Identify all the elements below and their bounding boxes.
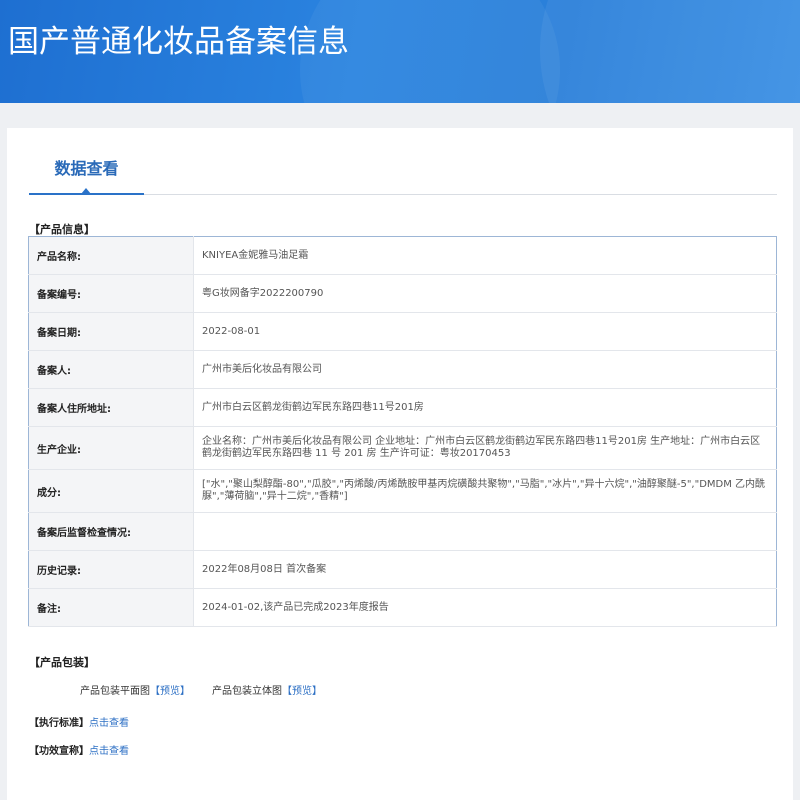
row-key: 备案编号: <box>28 274 194 313</box>
row-key: 备注: <box>28 588 194 627</box>
table-row: 备注: 2024-01-02,该产品已完成2023年度报告 <box>28 588 777 627</box>
packaging-flat-label: 产品包装平面图 <box>80 686 150 697</box>
row-key: 备案人: <box>28 350 194 389</box>
row-value: 2022年08月08日 首次备案 <box>193 550 777 589</box>
row-key: 备案日期: <box>28 312 194 351</box>
table-row: 产品名称: KNIYEA金妮雅马油足霜 <box>28 236 777 275</box>
product-info-table: 产品名称: KNIYEA金妮雅马油足霜 备案编号: 粤G妆网备字20222007… <box>28 236 777 627</box>
efficacy-label: 【功效宣称】 <box>29 746 89 757</box>
table-row: 备案编号: 粤G妆网备字2022200790 <box>28 274 777 313</box>
bracket: 】 <box>180 686 190 697</box>
preview-flat-link[interactable]: 预览 <box>160 686 180 697</box>
row-key: 历史记录: <box>28 550 194 589</box>
row-value: KNIYEA金妮雅马油足霜 <box>193 236 777 275</box>
row-value: 企业名称：广州市美后化妆品有限公司 企业地址：广州市白云区鹤龙街鹤边军民东路四巷… <box>193 426 777 470</box>
table-row: 备案人住所地址: 广州市白云区鹤龙街鹤边军民东路四巷11号201房 <box>28 388 777 427</box>
page-title: 国产普通化妆品备案信息 <box>8 24 349 60</box>
row-key: 生产企业: <box>28 426 194 470</box>
table-row: 生产企业: 企业名称：广州市美后化妆品有限公司 企业地址：广州市白云区鹤龙街鹤边… <box>28 426 777 470</box>
banner-decoration <box>540 0 800 103</box>
bracket: 【 <box>150 686 160 697</box>
packaging-solid-label: 产品包装立体图 <box>212 686 282 697</box>
tab-label: 数据查看 <box>54 159 119 178</box>
efficacy-row: 【功效宣称】点击查看 <box>29 742 129 757</box>
tab-active-caret-icon <box>81 188 91 194</box>
row-value: 2024-01-02,该产品已完成2023年度报告 <box>193 588 777 627</box>
table-row: 备案后监督检查情况: <box>28 512 777 551</box>
row-value: 粤G妆网备字2022200790 <box>193 274 777 313</box>
packaging-flat-item: 产品包装平面图【预览】 <box>80 682 190 697</box>
row-value <box>193 512 777 551</box>
standard-row: 【执行标准】点击查看 <box>29 714 129 729</box>
efficacy-view-link[interactable]: 点击查看 <box>89 746 129 757</box>
standard-view-link[interactable]: 点击查看 <box>89 718 129 729</box>
table-row: 成分: ["水","聚山梨醇酯-80","瓜胶","丙烯酸/丙烯酰胺甲基丙烷磺酸… <box>28 469 777 513</box>
row-key: 备案后监督检查情况: <box>28 512 194 551</box>
row-value: 2022-08-01 <box>193 312 777 351</box>
row-value: ["水","聚山梨醇酯-80","瓜胶","丙烯酸/丙烯酰胺甲基丙烷磺酸共聚物"… <box>193 469 777 513</box>
packaging-section-label: 【产品包装】 <box>29 656 95 669</box>
packaging-solid-item: 产品包装立体图【预览】 <box>212 682 322 697</box>
table-row: 备案日期: 2022-08-01 <box>28 312 777 351</box>
bracket: 】 <box>312 686 322 697</box>
tab-data-view[interactable]: 数据查看 <box>29 128 144 195</box>
content-card: 数据查看 【产品信息】 产品名称: KNIYEA金妮雅马油足霜 备案编号: 粤G… <box>7 128 793 800</box>
bracket: 【 <box>282 686 292 697</box>
product-info-section-label: 【产品信息】 <box>29 223 95 236</box>
row-key: 成分: <box>28 469 194 513</box>
row-key: 备案人住所地址: <box>28 388 194 427</box>
row-value: 广州市白云区鹤龙街鹤边军民东路四巷11号201房 <box>193 388 777 427</box>
standard-label: 【执行标准】 <box>29 718 89 729</box>
tab-bar: 数据查看 <box>29 128 777 195</box>
header-banner: 国产普通化妆品备案信息 <box>0 0 800 103</box>
table-row: 备案人: 广州市美后化妆品有限公司 <box>28 350 777 389</box>
row-value: 广州市美后化妆品有限公司 <box>193 350 777 389</box>
table-row: 历史记录: 2022年08月08日 首次备案 <box>28 550 777 589</box>
row-key: 产品名称: <box>28 236 194 275</box>
preview-solid-link[interactable]: 预览 <box>292 686 312 697</box>
